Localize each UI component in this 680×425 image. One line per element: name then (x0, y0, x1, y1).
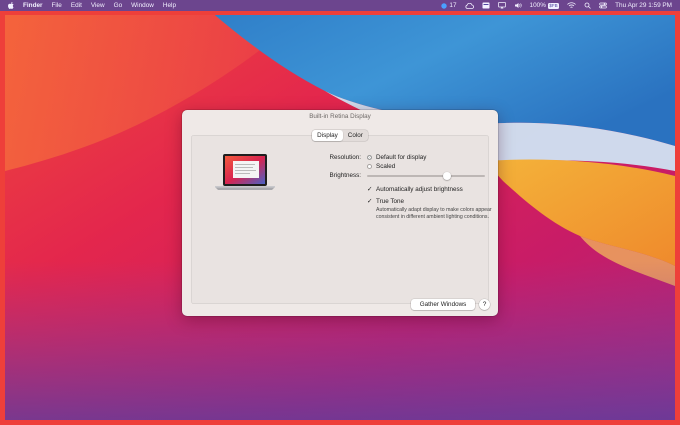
menu-finder[interactable]: Finder (23, 2, 43, 9)
tab-bar: Display Color (182, 130, 498, 141)
apple-logo-icon[interactable] (8, 2, 14, 9)
help-button[interactable]: ? (479, 299, 490, 310)
notification-status[interactable]: 17 (441, 2, 457, 9)
brightness-slider-knob[interactable] (443, 172, 452, 180)
volume-icon[interactable] (514, 2, 522, 9)
resolution-default-radio[interactable]: Default for display (367, 154, 426, 161)
blue-dot-icon (441, 2, 448, 9)
battery-status[interactable]: 100% $FB (530, 2, 560, 9)
menu-bar: Finder File Edit View Go Window Help 17 … (0, 0, 680, 11)
true-tone-checkbox[interactable]: ✓ True Tone (367, 197, 405, 206)
menubar-clock[interactable]: Thu Apr 29 1:59 PM (615, 2, 672, 9)
brightness-slider[interactable] (367, 172, 485, 180)
radio-selected-icon (367, 155, 372, 160)
resolution-scaled-label: Scaled (376, 163, 396, 170)
menu-window[interactable]: Window (131, 2, 154, 9)
display-menu-icon[interactable] (482, 2, 490, 9)
macbook-display-icon (215, 154, 275, 190)
tab-display[interactable]: Display (312, 130, 343, 141)
true-tone-label: True Tone (376, 197, 405, 205)
cloud-icon[interactable] (465, 2, 474, 9)
resolution-default-label: Default for display (376, 154, 427, 161)
gather-windows-button[interactable]: Gather Windows (411, 299, 475, 310)
checkmark-icon: ✓ (367, 198, 373, 205)
checkmark-icon: ✓ (367, 186, 373, 193)
window-title: Built-in Retina Display (309, 113, 371, 120)
spotlight-search-icon[interactable] (584, 2, 591, 9)
brightness-label: Brightness: (329, 172, 362, 179)
menu-help[interactable]: Help (163, 2, 176, 9)
built-in-retina-display-window: Built-in Retina Display Resolution: Defa… (182, 110, 498, 316)
true-tone-description: Automatically adapt display to make colo… (376, 207, 492, 220)
cast-icon[interactable] (497, 2, 506, 9)
radio-unselected-icon (367, 164, 372, 169)
resolution-scaled-radio[interactable]: Scaled (367, 163, 395, 170)
menu-go[interactable]: Go (114, 2, 123, 9)
auto-brightness-label: Automatically adjust brightness (376, 185, 463, 193)
wifi-icon[interactable] (567, 2, 576, 9)
settings-panel: Resolution: Default for display Scaled B… (191, 135, 492, 304)
tab-color[interactable]: Color (343, 130, 368, 141)
status-count: 17 (449, 2, 457, 9)
auto-brightness-checkbox[interactable]: ✓ Automatically adjust brightness (367, 185, 463, 194)
menu-file[interactable]: File (52, 2, 62, 9)
segmented-tabs: Display Color (312, 130, 368, 141)
menu-view[interactable]: View (91, 2, 105, 9)
control-center-icon[interactable] (599, 2, 607, 9)
battery-percent: 100% (529, 2, 546, 9)
battery-icon: $FB (547, 2, 560, 9)
resolution-label: Resolution: (329, 154, 361, 161)
menu-edit[interactable]: Edit (71, 2, 82, 9)
